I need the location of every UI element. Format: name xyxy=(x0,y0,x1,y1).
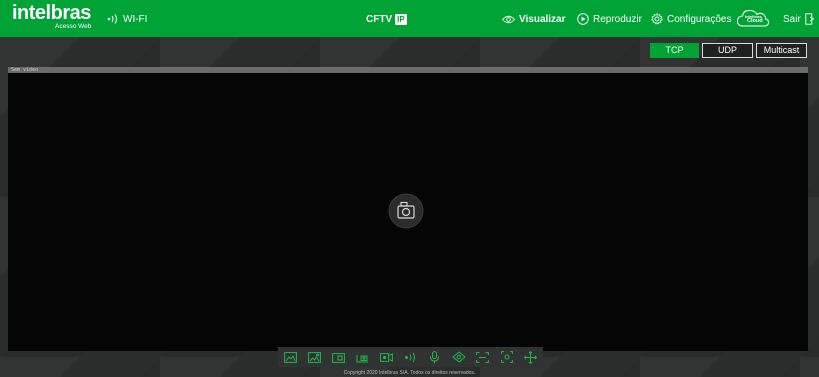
ip-badge: IP xyxy=(395,13,407,25)
cloud-label-cloud: Cloud xyxy=(747,18,763,24)
no-video-label: Sem vídeo xyxy=(11,67,39,73)
brand-subtitle: Acesso Web xyxy=(55,23,92,30)
cftv-ip-title: CFTV IP xyxy=(366,12,407,26)
snapshot-icon[interactable] xyxy=(354,349,370,365)
protocol-udp-button[interactable]: UDP xyxy=(702,43,753,58)
focus-icon[interactable] xyxy=(499,349,515,365)
wifi-label: WI-FI xyxy=(123,13,148,25)
gear-icon xyxy=(651,13,663,25)
nav-visualizar[interactable]: Visualizar xyxy=(502,11,566,27)
cftv-label: CFTV xyxy=(366,13,393,25)
window-icon[interactable] xyxy=(330,349,346,365)
zoom-icon[interactable] xyxy=(451,349,467,365)
nav-configuracoes[interactable]: Configurações xyxy=(651,11,731,27)
camera-icon xyxy=(388,193,424,229)
protocol-multicast-button[interactable]: Multicast xyxy=(756,43,807,58)
nav-sair-label: Sair xyxy=(783,13,801,25)
microphone-icon[interactable] xyxy=(427,349,443,365)
nav-sair[interactable]: Sair xyxy=(783,11,815,27)
live-toolbar xyxy=(278,347,543,367)
intelbras-cloud-button[interactable]: Intelbras Cloud xyxy=(736,8,770,28)
footer-copyright: Copyright 2020 Intelbras S/A. Todos os d… xyxy=(343,370,476,376)
image-compare-icon[interactable] xyxy=(306,349,322,365)
fullscreen-icon[interactable] xyxy=(475,349,491,365)
nav-reproduzir[interactable]: Reproduzir xyxy=(577,11,642,27)
logout-icon xyxy=(805,13,815,25)
brand-name: intelbras xyxy=(12,2,91,24)
nav-configuracoes-label: Configurações xyxy=(667,13,732,25)
image-adjust-icon[interactable] xyxy=(282,349,298,365)
protocol-tcp-button[interactable]: TCP xyxy=(650,43,699,58)
nav-reproduzir-label: Reproduzir xyxy=(593,13,642,25)
nav-visualizar-label: Visualizar xyxy=(519,13,566,25)
record-icon[interactable] xyxy=(378,349,394,365)
ptz-icon[interactable] xyxy=(523,349,539,365)
wifi-icon xyxy=(107,14,117,24)
eye-icon xyxy=(502,15,515,23)
intelbras-logo: intelbras Acesso Web xyxy=(12,3,92,33)
wifi-button[interactable]: WI-FI xyxy=(107,12,147,26)
play-circle-icon xyxy=(577,13,589,25)
top-navbar: intelbras Acesso Web WI-FI CFTV IP Visua… xyxy=(0,0,819,37)
audio-icon[interactable] xyxy=(402,349,418,365)
